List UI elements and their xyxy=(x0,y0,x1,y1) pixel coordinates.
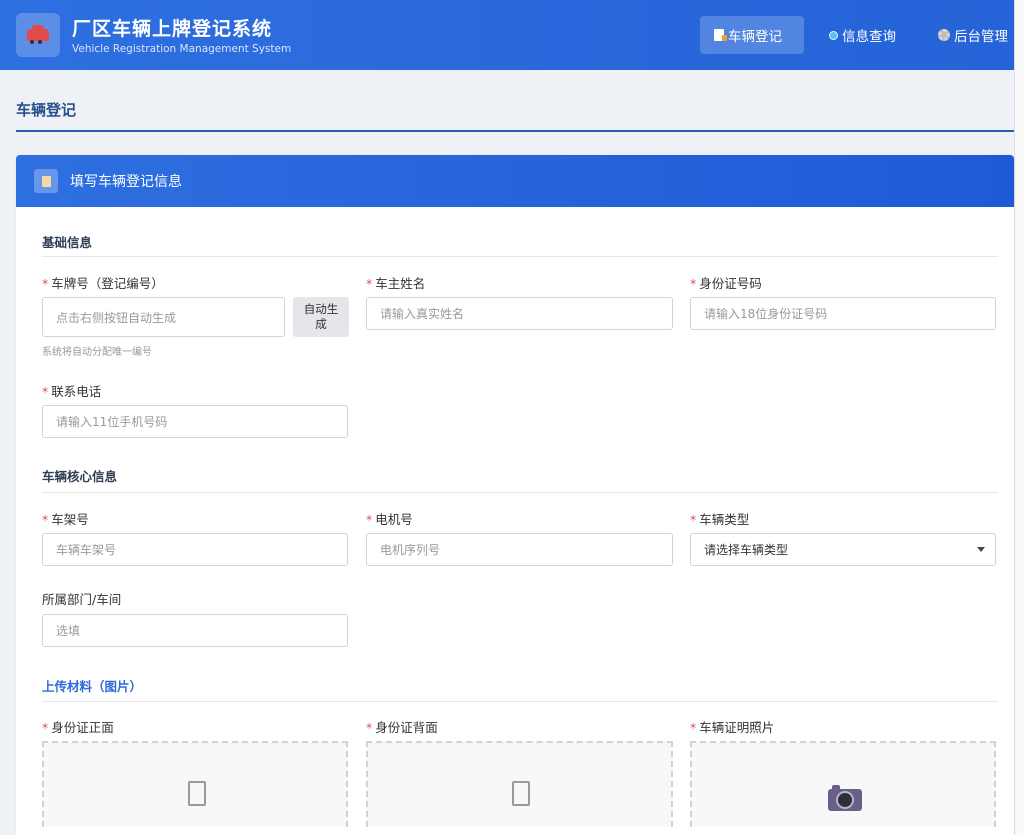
nav-label: 车辆登记 xyxy=(728,29,782,45)
frame-label: * 车架号 xyxy=(42,512,89,527)
motor-number-input[interactable]: 电机序列号 xyxy=(366,533,673,566)
vehicle-type-select[interactable]: 请选择车辆类型 xyxy=(690,533,996,566)
nav-info-query[interactable]: 信息查询 xyxy=(829,16,896,54)
id-number-input[interactable]: 请输入18位身份证号码 xyxy=(690,297,996,330)
section-divider xyxy=(42,492,998,493)
id-front-upload[interactable] xyxy=(42,741,348,827)
nav-label: 信息查询 xyxy=(842,29,896,45)
app-title: 厂区车辆上牌登记系统 xyxy=(72,18,273,40)
chevron-down-icon xyxy=(977,547,985,552)
owner-label: * 车主姓名 xyxy=(366,276,426,291)
phone-card-icon xyxy=(512,781,530,806)
id-back-upload[interactable] xyxy=(366,741,673,827)
clipboard-icon xyxy=(34,169,58,193)
section-divider xyxy=(42,701,998,702)
plate-label: * 车牌号（登记编号） xyxy=(42,276,164,291)
plate-help-text: 系统将自动分配唯一编号 xyxy=(42,347,152,358)
id-front-label: * 身份证正面 xyxy=(42,720,114,735)
registration-form-card: 填写车辆登记信息 基础信息 * 车牌号（登记编号） 点击右侧按钮自动生成 自动生成… xyxy=(16,155,1014,835)
globe-icon xyxy=(829,30,838,40)
phone-input[interactable]: 请输入11位手机号码 xyxy=(42,405,348,438)
section-title-upload: 上传材料（图片） xyxy=(42,679,143,694)
vehicle-type-value: 请选择车辆类型 xyxy=(704,543,789,557)
dept-label: 所属部门/车间 xyxy=(42,592,122,607)
vehicle-type-label: * 车辆类型 xyxy=(690,512,750,527)
section-divider xyxy=(42,256,998,257)
vehicle-proof-label: * 车辆证明照片 xyxy=(690,720,775,735)
app-logo xyxy=(16,13,60,57)
title-underline xyxy=(16,130,1014,132)
document-icon xyxy=(714,29,727,41)
car-icon xyxy=(27,25,49,44)
section-title-core: 车辆核心信息 xyxy=(42,469,118,484)
card-header: 填写车辆登记信息 xyxy=(16,155,1014,207)
phone-card-icon xyxy=(188,781,206,806)
nav-vehicle-registration[interactable]: 车辆登记 xyxy=(700,16,804,54)
owner-name-input[interactable]: 请输入真实姓名 xyxy=(366,297,673,330)
id-number-label: * 身份证号码 xyxy=(690,276,762,291)
top-header: 厂区车辆上牌登记系统 Vehicle Registration Manageme… xyxy=(0,0,1014,70)
phone-label: * 联系电话 xyxy=(42,384,102,399)
scrollbar[interactable] xyxy=(1014,0,1024,835)
card-title: 填写车辆登记信息 xyxy=(70,174,182,190)
app-subtitle: Vehicle Registration Management System xyxy=(72,43,292,55)
motor-label: * 电机号 xyxy=(366,512,413,527)
auto-generate-button[interactable]: 自动生成 xyxy=(293,297,349,337)
nav-admin[interactable]: 后台管理 xyxy=(938,16,1008,54)
nav-label: 后台管理 xyxy=(954,29,1008,45)
frame-number-input[interactable]: 车辆车架号 xyxy=(42,533,348,566)
camera-icon xyxy=(828,785,862,811)
page-title: 车辆登记 xyxy=(16,101,77,119)
vehicle-proof-upload[interactable] xyxy=(690,741,996,827)
id-back-label: * 身份证背面 xyxy=(366,720,438,735)
department-input[interactable]: 选填 xyxy=(42,614,348,647)
plate-number-input[interactable]: 点击右侧按钮自动生成 xyxy=(42,297,285,337)
section-title-basic: 基础信息 xyxy=(42,235,93,250)
required-mark: * xyxy=(42,276,49,291)
gear-icon xyxy=(938,29,950,41)
